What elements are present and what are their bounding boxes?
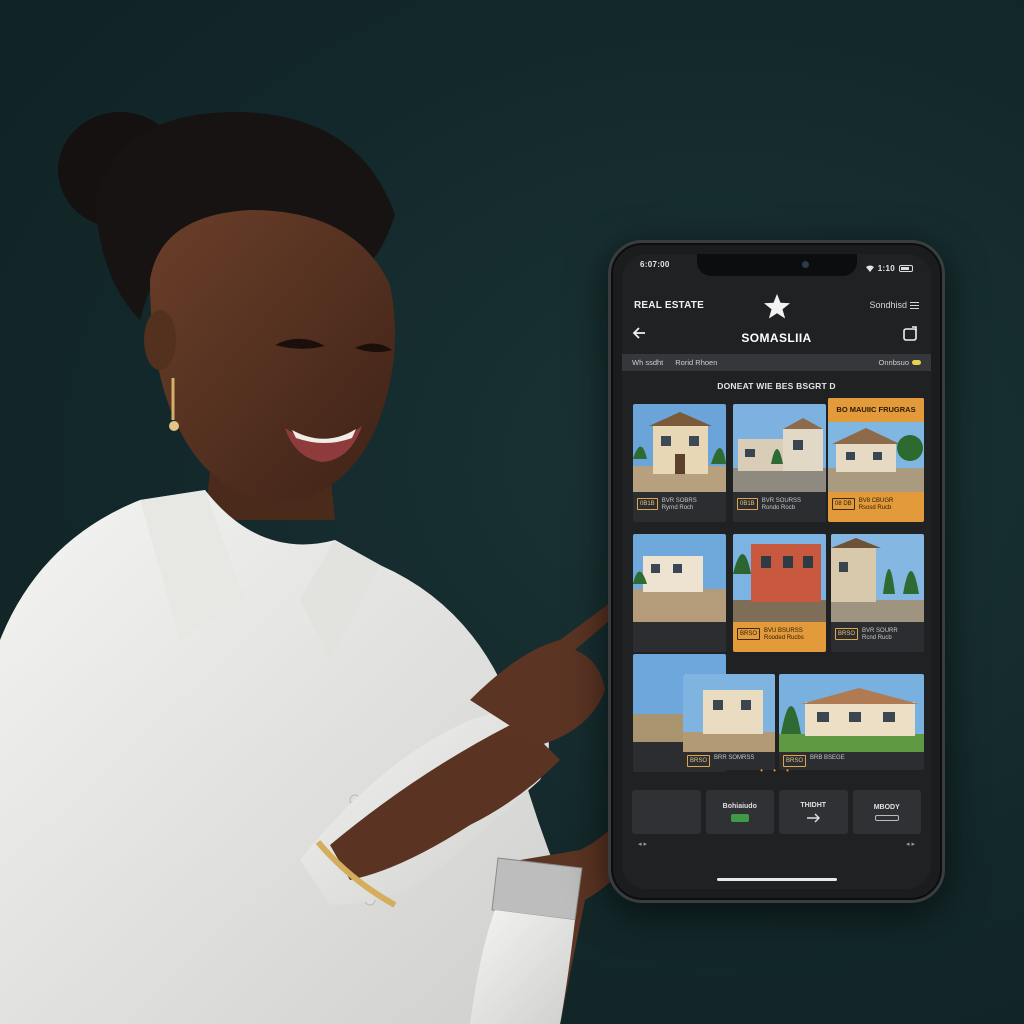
nav-label: THIDHT <box>800 801 827 809</box>
filter-left[interactable]: Wh ssdht <box>632 358 663 367</box>
house-photo <box>733 404 826 492</box>
app-title: SOMASLIIA <box>741 331 812 345</box>
hamburger-icon <box>910 301 919 309</box>
prev-arrow-icon[interactable]: ◂ ▸ <box>638 840 647 848</box>
listing-subcaption: Rcnd Rucb <box>862 635 892 641</box>
nav-item-thidht[interactable]: THIDHT <box>779 790 848 834</box>
nav-item-mbody[interactable]: MBODY <box>852 790 921 834</box>
listing-caption: BV8 CBUGR <box>858 498 894 504</box>
listing-subcaption: Rondo Rocb <box>761 505 796 511</box>
section-title: DONEAT WIE BES BSGRT D <box>717 381 836 391</box>
nav-chip-icon <box>730 813 749 822</box>
listing-subcaption: Rsosd Rucb <box>858 505 892 511</box>
listing-subcaption: Rooded Rucbs <box>764 635 804 641</box>
listing-caption: BVR SOURSS <box>761 498 802 504</box>
listing-card[interactable]: BRSO BVU BSURSS Rooded Rucbs <box>733 534 826 652</box>
house-photo <box>633 404 726 492</box>
promo-banner: BO MAUIIC FRUGRAS <box>828 398 924 422</box>
house-photo <box>733 534 826 622</box>
home-indicator[interactable] <box>716 878 837 881</box>
listing-badge: BRSO <box>835 628 859 640</box>
battery-icon <box>899 264 913 272</box>
nav-item[interactable] <box>632 790 701 834</box>
nav-item-bohiaiudo[interactable]: Bohiaiudo <box>705 790 774 834</box>
phone-mockup: 6:07:00 1:10 REAL ESTATE Sondhisd SOMASL… <box>608 240 945 903</box>
status-right: 1:10 <box>865 260 913 276</box>
listing-badge: 0B1B <box>637 498 658 510</box>
listing-badge: 08 DB <box>832 498 855 510</box>
share-icon[interactable] <box>901 325 919 343</box>
listing-badge: BRSO <box>737 628 761 640</box>
woman-using-phone-illustration <box>0 111 700 1024</box>
input-icon <box>874 814 899 821</box>
listing-caption: BRB BSEGE <box>810 755 845 761</box>
house-photo <box>831 534 924 622</box>
house-photo <box>779 674 924 752</box>
filter-bar: Wh ssdht Rorid Rhoen Onnbsuo <box>622 354 931 371</box>
status-right-label: 1:10 <box>877 263 895 273</box>
brand-label[interactable]: REAL ESTATE <box>634 300 704 311</box>
phone-screen: 6:07:00 1:10 REAL ESTATE Sondhisd SOMASL… <box>622 254 931 889</box>
listing-caption: BVU BSURSS <box>764 628 803 634</box>
bottom-nav: Bohiaiudo THIDHT MBODY <box>632 790 921 834</box>
nav-label: Bohiaiudo <box>722 802 757 810</box>
pagination-dots[interactable]: • • • <box>622 766 931 775</box>
listing-subcaption: Ryrnd Roch <box>661 505 694 511</box>
toggle-indicator <box>912 360 921 365</box>
listing-caption: BVR SOBRS <box>661 498 697 504</box>
listing-badge: 0B1B <box>737 498 758 510</box>
filter-right-label: Onnbsuo <box>878 358 909 367</box>
status-time: 6:07:00 <box>640 260 670 269</box>
status-bar: 6:07:00 1:10 <box>622 260 931 276</box>
listing-card[interactable] <box>633 534 726 652</box>
listing-caption: BVR SOURR <box>862 628 898 634</box>
house-photo <box>683 674 775 752</box>
listing-caption: BRR SOMRSS <box>714 755 755 761</box>
nav-arrows: ◂ ▸ ◂ ▸ <box>638 840 915 848</box>
listing-card[interactable]: BRSO BRB BSEGE <box>779 674 924 770</box>
filter-toggle[interactable]: Onnbsuo <box>879 358 921 367</box>
listing-card[interactable]: 0B1B BVR SOBRS Ryrnd Roch <box>633 404 726 522</box>
arrow-icon <box>807 813 821 822</box>
listing-card[interactable]: BRSO BRR SOMRSS <box>683 674 775 770</box>
app-header: REAL ESTATE Sondhisd SOMASLIIA <box>622 290 931 360</box>
menu-label: Sondhisd <box>869 300 907 310</box>
menu-button[interactable]: Sondhisd <box>869 300 919 310</box>
next-arrow-icon[interactable]: ◂ ▸ <box>906 840 915 848</box>
listing-card[interactable]: BRSO BVR SOURR Rcnd Rucb <box>831 534 924 652</box>
nav-label: MBODY <box>873 803 900 811</box>
wifi-icon <box>865 265 874 272</box>
star-logo-icon <box>763 293 790 319</box>
listing-card[interactable]: 0B1B BVR SOURSS Rondo Rocb <box>733 404 826 522</box>
featured-listing-card[interactable]: BO MAUIIC FRUGRAS 08 DB BV8 CBUGR Rsosd Ru… <box>828 398 924 522</box>
filter-middle[interactable]: Rorid Rhoen <box>675 358 717 367</box>
house-photo <box>633 534 726 622</box>
